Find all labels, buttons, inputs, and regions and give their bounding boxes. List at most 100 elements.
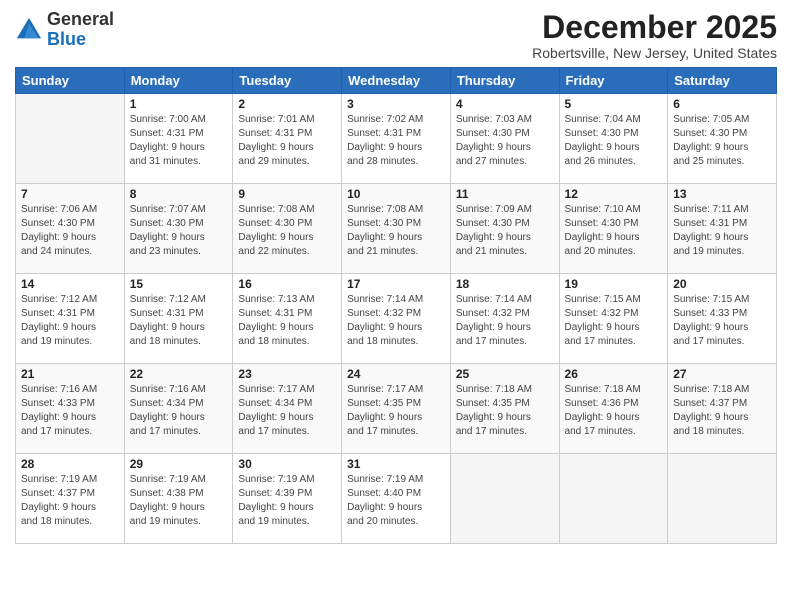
day-number: 24	[347, 367, 445, 381]
header-row: Sunday Monday Tuesday Wednesday Thursday…	[16, 68, 777, 94]
day-info: Sunrise: 7:15 AM Sunset: 4:33 PM Dayligh…	[673, 293, 771, 349]
calendar-header: Sunday Monday Tuesday Wednesday Thursday…	[16, 68, 777, 94]
day-info: Sunrise: 7:16 AM Sunset: 4:34 PM Dayligh…	[130, 383, 228, 439]
day-number: 20	[673, 277, 771, 291]
calendar-body: 1Sunrise: 7:00 AM Sunset: 4:31 PM Daylig…	[16, 94, 777, 544]
day-info: Sunrise: 7:19 AM Sunset: 4:39 PM Dayligh…	[238, 473, 336, 529]
day-number: 13	[673, 187, 771, 201]
day-number: 8	[130, 187, 228, 201]
day-number: 18	[456, 277, 554, 291]
calendar-cell: 23 Sunrise: 7:17 AM Sunset: 4:34 PM Dayli…	[233, 364, 342, 454]
day-number: 7	[21, 187, 119, 201]
calendar-cell: 7 Sunrise: 7:06 AM Sunset: 4:30 PM Daylig…	[16, 184, 125, 274]
calendar-cell: 6 Sunrise: 7:05 AM Sunset: 4:30 PM Daylig…	[668, 94, 777, 184]
col-friday: Friday	[559, 68, 668, 94]
day-number: 14	[21, 277, 119, 291]
day-number: 29	[130, 457, 228, 471]
col-sunday: Sunday	[16, 68, 125, 94]
calendar-cell: 30 Sunrise: 7:19 AM Sunset: 4:39 PM Dayli…	[233, 454, 342, 544]
day-number: 22	[130, 367, 228, 381]
calendar-cell: 3 Sunrise: 7:02 AM Sunset: 4:31 PM Daylig…	[342, 94, 451, 184]
day-info: Sunrise: 7:12 AM Sunset: 4:31 PM Dayligh…	[130, 293, 228, 349]
day-info: Sunrise: 7:00 AM Sunset: 4:31 PM Dayligh…	[130, 113, 228, 169]
day-number: 5	[565, 97, 663, 111]
calendar-cell: 1Sunrise: 7:00 AM Sunset: 4:31 PM Daylig…	[124, 94, 233, 184]
day-info: Sunrise: 7:19 AM Sunset: 4:38 PM Dayligh…	[130, 473, 228, 529]
calendar-cell	[559, 454, 668, 544]
day-info: Sunrise: 7:03 AM Sunset: 4:30 PM Dayligh…	[456, 113, 554, 169]
col-monday: Monday	[124, 68, 233, 94]
calendar-cell: 22 Sunrise: 7:16 AM Sunset: 4:34 PM Dayli…	[124, 364, 233, 454]
day-number: 2	[238, 97, 336, 111]
day-number: 31	[347, 457, 445, 471]
day-info: Sunrise: 7:19 AM Sunset: 4:37 PM Dayligh…	[21, 473, 119, 529]
calendar-cell: 25 Sunrise: 7:18 AM Sunset: 4:35 PM Dayli…	[450, 364, 559, 454]
calendar-cell: 13Sunrise: 7:11 AM Sunset: 4:31 PM Dayli…	[668, 184, 777, 274]
day-number: 9	[238, 187, 336, 201]
calendar-cell: 16 Sunrise: 7:13 AM Sunset: 4:31 PM Dayli…	[233, 274, 342, 364]
title-block: December 2025 Robertsville, New Jersey, …	[532, 10, 777, 61]
calendar-cell: 31 Sunrise: 7:19 AM Sunset: 4:40 PM Dayli…	[342, 454, 451, 544]
day-info: Sunrise: 7:01 AM Sunset: 4:31 PM Dayligh…	[238, 113, 336, 169]
day-info: Sunrise: 7:18 AM Sunset: 4:35 PM Dayligh…	[456, 383, 554, 439]
header: General Blue December 2025 Robertsville,…	[15, 10, 777, 61]
day-number: 15	[130, 277, 228, 291]
day-info: Sunrise: 7:05 AM Sunset: 4:30 PM Dayligh…	[673, 113, 771, 169]
day-number: 6	[673, 97, 771, 111]
calendar-cell: 14 Sunrise: 7:12 AM Sunset: 4:31 PM Dayli…	[16, 274, 125, 364]
day-info: Sunrise: 7:10 AM Sunset: 4:30 PM Dayligh…	[565, 203, 663, 259]
day-info: Sunrise: 7:19 AM Sunset: 4:40 PM Dayligh…	[347, 473, 445, 529]
day-info: Sunrise: 7:15 AM Sunset: 4:32 PM Dayligh…	[565, 293, 663, 349]
day-info: Sunrise: 7:18 AM Sunset: 4:36 PM Dayligh…	[565, 383, 663, 439]
col-saturday: Saturday	[668, 68, 777, 94]
day-info: Sunrise: 7:08 AM Sunset: 4:30 PM Dayligh…	[238, 203, 336, 259]
day-info: Sunrise: 7:17 AM Sunset: 4:34 PM Dayligh…	[238, 383, 336, 439]
logo-general: General	[47, 9, 114, 29]
calendar-cell: 9 Sunrise: 7:08 AM Sunset: 4:30 PM Daylig…	[233, 184, 342, 274]
day-info: Sunrise: 7:14 AM Sunset: 4:32 PM Dayligh…	[347, 293, 445, 349]
day-number: 27	[673, 367, 771, 381]
calendar-cell: 18Sunrise: 7:14 AM Sunset: 4:32 PM Dayli…	[450, 274, 559, 364]
calendar-cell: 26Sunrise: 7:18 AM Sunset: 4:36 PM Dayli…	[559, 364, 668, 454]
calendar-cell: 5 Sunrise: 7:04 AM Sunset: 4:30 PM Daylig…	[559, 94, 668, 184]
month-title: December 2025	[532, 10, 777, 45]
day-number: 25	[456, 367, 554, 381]
day-number: 28	[21, 457, 119, 471]
calendar-cell: 27 Sunrise: 7:18 AM Sunset: 4:37 PM Dayli…	[668, 364, 777, 454]
day-info: Sunrise: 7:07 AM Sunset: 4:30 PM Dayligh…	[130, 203, 228, 259]
calendar-week-3: 21Sunrise: 7:16 AM Sunset: 4:33 PM Dayli…	[16, 364, 777, 454]
day-number: 30	[238, 457, 336, 471]
day-info: Sunrise: 7:04 AM Sunset: 4:30 PM Dayligh…	[565, 113, 663, 169]
day-info: Sunrise: 7:12 AM Sunset: 4:31 PM Dayligh…	[21, 293, 119, 349]
day-number: 3	[347, 97, 445, 111]
day-number: 10	[347, 187, 445, 201]
day-info: Sunrise: 7:13 AM Sunset: 4:31 PM Dayligh…	[238, 293, 336, 349]
calendar-cell: 29 Sunrise: 7:19 AM Sunset: 4:38 PM Dayli…	[124, 454, 233, 544]
day-info: Sunrise: 7:06 AM Sunset: 4:30 PM Dayligh…	[21, 203, 119, 259]
day-info: Sunrise: 7:08 AM Sunset: 4:30 PM Dayligh…	[347, 203, 445, 259]
calendar-cell: 8 Sunrise: 7:07 AM Sunset: 4:30 PM Daylig…	[124, 184, 233, 274]
logo: General Blue	[15, 10, 114, 50]
calendar-cell: 12 Sunrise: 7:10 AM Sunset: 4:30 PM Dayli…	[559, 184, 668, 274]
col-wednesday: Wednesday	[342, 68, 451, 94]
calendar-cell: 2 Sunrise: 7:01 AM Sunset: 4:31 PM Daylig…	[233, 94, 342, 184]
day-info: Sunrise: 7:09 AM Sunset: 4:30 PM Dayligh…	[456, 203, 554, 259]
calendar-week-1: 7 Sunrise: 7:06 AM Sunset: 4:30 PM Daylig…	[16, 184, 777, 274]
calendar-table: Sunday Monday Tuesday Wednesday Thursday…	[15, 67, 777, 544]
day-number: 16	[238, 277, 336, 291]
logo-text: General Blue	[47, 10, 114, 50]
day-info: Sunrise: 7:02 AM Sunset: 4:31 PM Dayligh…	[347, 113, 445, 169]
calendar-cell: 17Sunrise: 7:14 AM Sunset: 4:32 PM Dayli…	[342, 274, 451, 364]
calendar-cell: 4 Sunrise: 7:03 AM Sunset: 4:30 PM Daylig…	[450, 94, 559, 184]
day-number: 4	[456, 97, 554, 111]
calendar-cell: 21Sunrise: 7:16 AM Sunset: 4:33 PM Dayli…	[16, 364, 125, 454]
day-info: Sunrise: 7:18 AM Sunset: 4:37 PM Dayligh…	[673, 383, 771, 439]
day-number: 12	[565, 187, 663, 201]
calendar-cell: 20 Sunrise: 7:15 AM Sunset: 4:33 PM Dayli…	[668, 274, 777, 364]
calendar-cell: 28 Sunrise: 7:19 AM Sunset: 4:37 PM Dayli…	[16, 454, 125, 544]
day-number: 23	[238, 367, 336, 381]
calendar-cell: 24Sunrise: 7:17 AM Sunset: 4:35 PM Dayli…	[342, 364, 451, 454]
calendar-cell: 15 Sunrise: 7:12 AM Sunset: 4:31 PM Dayli…	[124, 274, 233, 364]
page: General Blue December 2025 Robertsville,…	[0, 0, 792, 612]
calendar-cell: 19Sunrise: 7:15 AM Sunset: 4:32 PM Dayli…	[559, 274, 668, 364]
